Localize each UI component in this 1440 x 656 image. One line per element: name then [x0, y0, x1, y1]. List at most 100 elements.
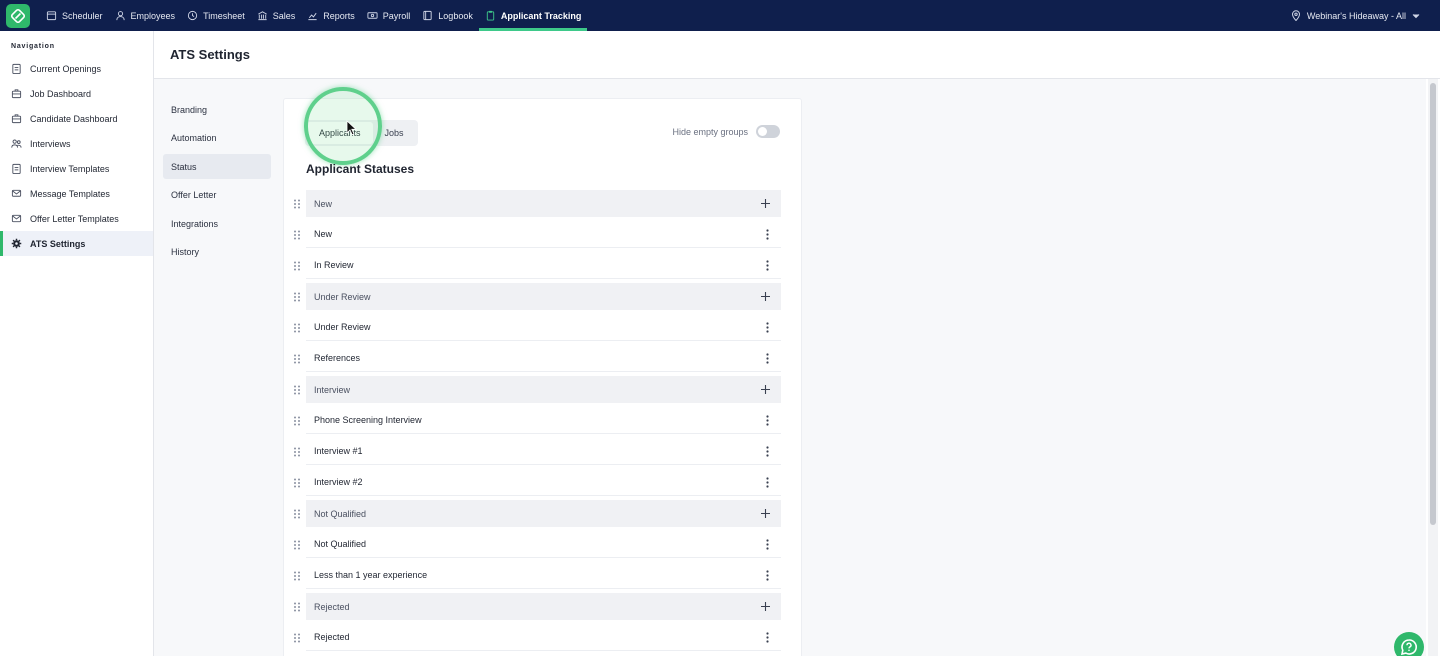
status-label: Rejected [314, 632, 350, 642]
status-row[interactable]: Rejected [294, 624, 781, 651]
topnav-reports[interactable]: Reports [301, 0, 361, 31]
add-status-icon[interactable] [760, 508, 771, 519]
sidebar-item-candidate-dashboard[interactable]: Candidate Dashboard [0, 106, 153, 131]
topnav-scheduler[interactable]: Scheduler [40, 0, 109, 31]
status-label: New [314, 229, 333, 239]
add-status-icon[interactable] [760, 384, 771, 395]
tab-jobs[interactable]: Jobs [373, 122, 416, 144]
drag-handle-icon[interactable] [293, 633, 301, 643]
sidebar-item-interviews[interactable]: Interviews [0, 131, 153, 156]
status-label: Under Review [314, 322, 371, 332]
status-row[interactable]: Interview #1 [294, 438, 781, 465]
status-group-row[interactable]: Not Qualified [294, 500, 781, 527]
more-options-icon[interactable] [766, 228, 769, 240]
status-row[interactable]: Phone Screening Interview [294, 407, 781, 434]
settings-subnav: Branding Automation Status Offer Letter … [163, 97, 271, 268]
drag-handle-icon[interactable] [293, 230, 301, 240]
people-icon [11, 139, 22, 148]
add-status-icon[interactable] [760, 601, 771, 612]
page-scrollbar[interactable] [1428, 79, 1438, 656]
drag-handle-icon[interactable] [293, 602, 301, 612]
sidebar-item-message-templates[interactable]: Message Templates [0, 181, 153, 206]
topnav-sales[interactable]: Sales [251, 0, 302, 31]
topnav-applicant-tracking[interactable]: Applicant Tracking [478, 0, 588, 31]
main-content: Branding Automation Status Offer Letter … [154, 79, 1426, 656]
drag-handle-icon[interactable] [293, 385, 301, 395]
drag-handle-icon[interactable] [293, 509, 301, 519]
group-label: Rejected [314, 601, 350, 612]
subnav-history[interactable]: History [163, 240, 271, 265]
status-label: Interview #1 [314, 446, 363, 456]
drag-handle-icon[interactable] [293, 447, 301, 457]
drag-handle-icon[interactable] [293, 323, 301, 333]
topnav-label: Logbook [438, 10, 473, 21]
hide-empty-groups-toggle[interactable] [756, 125, 780, 138]
more-options-icon[interactable] [766, 476, 769, 488]
status-row[interactable]: Under Review [294, 314, 781, 341]
subnav-status[interactable]: Status [163, 154, 271, 179]
status-row[interactable]: Not Qualified [294, 531, 781, 558]
add-status-icon[interactable] [760, 198, 771, 209]
clipboard-icon [486, 10, 495, 21]
sidebar-item-offer-letter-templates[interactable]: Offer Letter Templates [0, 206, 153, 231]
sidebar-item-ats-settings[interactable]: ATS Settings [0, 231, 153, 256]
drag-handle-icon[interactable] [293, 478, 301, 488]
app-logo[interactable] [6, 3, 30, 28]
topnav-label: Timesheet [203, 10, 245, 21]
book-icon [423, 10, 432, 21]
subnav-automation[interactable]: Automation [163, 126, 271, 151]
tab-applicants[interactable]: Applicants [307, 122, 373, 144]
hide-empty-groups-label: Hide empty groups [672, 126, 748, 137]
drag-handle-icon[interactable] [293, 571, 301, 581]
status-row[interactable]: References [294, 345, 781, 372]
status-row[interactable]: New [294, 221, 781, 248]
page-title: ATS Settings [170, 47, 250, 62]
envelope-icon [11, 214, 22, 223]
scrollbar-thumb[interactable] [1430, 83, 1436, 525]
drag-handle-icon[interactable] [293, 199, 301, 209]
more-options-icon[interactable] [766, 352, 769, 364]
subnav-integrations[interactable]: Integrations [163, 211, 271, 236]
more-options-icon[interactable] [766, 538, 769, 550]
more-options-icon[interactable] [766, 259, 769, 271]
help-button[interactable] [1394, 632, 1424, 656]
more-options-icon[interactable] [766, 631, 769, 643]
sidebar-item-label: ATS Settings [30, 238, 86, 249]
topnav-logbook[interactable]: Logbook [416, 0, 479, 31]
more-options-icon[interactable] [766, 445, 769, 457]
chart-icon [308, 12, 317, 21]
drag-handle-icon[interactable] [293, 354, 301, 364]
topnav-employees[interactable]: Employees [109, 0, 182, 31]
status-group-row[interactable]: Interview [294, 376, 781, 403]
gear-icon [11, 238, 22, 249]
more-options-icon[interactable] [766, 414, 769, 426]
drag-handle-icon[interactable] [293, 540, 301, 550]
status-row[interactable]: In Review [294, 252, 781, 279]
topnav-label: Payroll [382, 10, 411, 21]
topnav-payroll[interactable]: Payroll [361, 0, 417, 31]
topnav-timesheet[interactable]: Timesheet [181, 0, 251, 31]
subnav-offer-letter[interactable]: Offer Letter [163, 183, 271, 208]
location-selector[interactable]: Webinar's Hideaway - All [1291, 0, 1420, 31]
drag-handle-icon[interactable] [293, 292, 301, 302]
sidebar-item-job-dashboard[interactable]: Job Dashboard [0, 81, 153, 106]
status-label: References [314, 353, 361, 363]
status-group-row[interactable]: New [294, 190, 781, 217]
status-row[interactable]: Less than 1 year experience [294, 562, 781, 589]
drag-handle-icon[interactable] [293, 416, 301, 426]
subnav-branding[interactable]: Branding [163, 97, 271, 122]
tab-switcher: Applicants Jobs [305, 120, 418, 146]
add-status-icon[interactable] [760, 291, 771, 302]
status-row[interactable]: Interview #2 [294, 469, 781, 496]
chevron-down-icon [1412, 13, 1420, 18]
status-group-row[interactable]: Rejected [294, 593, 781, 620]
more-options-icon[interactable] [766, 569, 769, 581]
sidebar-item-interview-templates[interactable]: Interview Templates [0, 156, 153, 181]
sidebar-item-current-openings[interactable]: Current Openings [0, 56, 153, 81]
status-group-row[interactable]: Under Review [294, 283, 781, 310]
drag-handle-icon[interactable] [293, 261, 301, 271]
more-options-icon[interactable] [766, 321, 769, 333]
topnav-label: Sales [272, 10, 296, 21]
status-label: Not Qualified [314, 539, 367, 549]
sidebar-item-label: Offer Letter Templates [30, 213, 119, 224]
